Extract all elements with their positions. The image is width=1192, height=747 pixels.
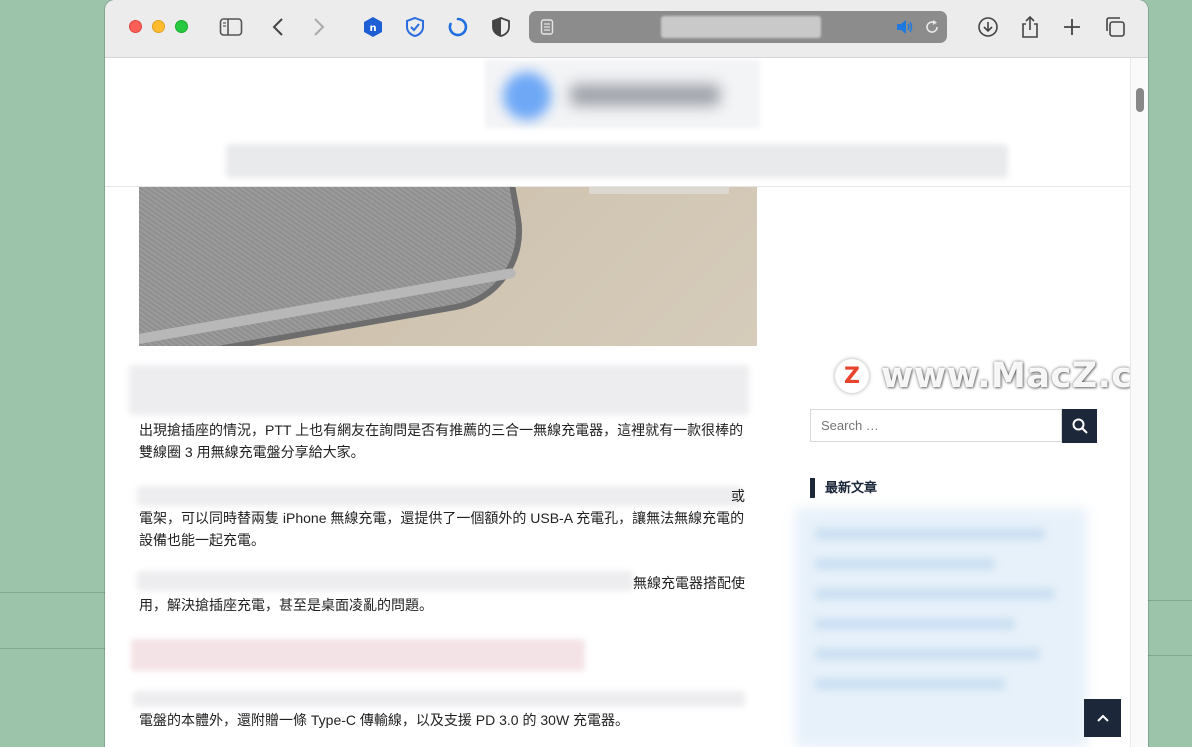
privacy-check-icon[interactable] bbox=[403, 15, 427, 39]
recent-post-item[interactable] bbox=[815, 588, 1055, 600]
watermark-logo: Z bbox=[835, 359, 869, 393]
redacted-line bbox=[133, 691, 745, 707]
desktop-line bbox=[1142, 600, 1192, 601]
reader-icon[interactable] bbox=[535, 15, 559, 39]
loading-spinner-icon[interactable] bbox=[446, 15, 470, 39]
article-paragraph-tail: 無線充電器搭配使 bbox=[633, 575, 745, 591]
desktop-line bbox=[0, 648, 110, 649]
vertical-scrollbar[interactable] bbox=[1130, 58, 1148, 747]
address-bar[interactable] bbox=[529, 11, 947, 43]
zoom-window-button[interactable] bbox=[175, 20, 188, 33]
article-paragraph: 用，解決搶插座充電，甚至是桌面凌亂的問題。 bbox=[139, 597, 433, 613]
image-charger-plug bbox=[589, 186, 729, 194]
url-text bbox=[661, 16, 821, 38]
article-image bbox=[139, 186, 757, 346]
search-button[interactable] bbox=[1062, 409, 1097, 443]
extension-shield-icon[interactable]: n bbox=[361, 15, 385, 39]
site-logo-mark bbox=[503, 72, 551, 120]
minimize-window-button[interactable] bbox=[152, 20, 165, 33]
desktop-line bbox=[1142, 655, 1192, 656]
watermark: Z www.MacZ.com bbox=[835, 356, 1130, 396]
recent-posts-heading: 最新文章 bbox=[810, 478, 877, 498]
recent-post-item[interactable] bbox=[815, 558, 995, 570]
site-logo-text bbox=[570, 84, 720, 106]
watermark-text: www.MacZ.com bbox=[881, 356, 1130, 396]
recent-post-item[interactable] bbox=[815, 678, 1005, 690]
share-icon[interactable] bbox=[1018, 15, 1042, 39]
image-charging-pad bbox=[139, 186, 535, 346]
redacted-line bbox=[137, 571, 633, 591]
close-window-button[interactable] bbox=[129, 20, 142, 33]
article-paragraph: 電盤的本體外，還附贈一條 Type-C 傳輸線，以及支援 PD 3.0 的 30… bbox=[139, 712, 630, 728]
site-navigation[interactable] bbox=[226, 144, 1008, 178]
back-icon[interactable] bbox=[266, 15, 290, 39]
tab-overview-icon[interactable] bbox=[1103, 15, 1127, 39]
site-header bbox=[105, 58, 1130, 187]
svg-text:n: n bbox=[369, 23, 376, 34]
reload-icon[interactable] bbox=[920, 15, 944, 39]
browser-window: n 出現搶插座的情況，PTT 上也有網友在詢問是否有推薦的三合一無線充電器，這裡… bbox=[105, 0, 1148, 747]
recent-post-item[interactable] bbox=[815, 528, 1045, 540]
new-tab-icon[interactable] bbox=[1060, 15, 1084, 39]
sidebar-icon[interactable] bbox=[219, 15, 243, 39]
redacted-block bbox=[129, 365, 749, 415]
shield-half-icon[interactable] bbox=[489, 15, 513, 39]
recent-post-item[interactable] bbox=[815, 618, 1015, 630]
audio-icon[interactable] bbox=[893, 15, 917, 39]
article-paragraph: 出現搶插座的情況，PTT 上也有網友在詢問是否有推薦的三合一無線充電器，這裡就有… bbox=[139, 422, 744, 460]
chevron-up-icon bbox=[1096, 714, 1109, 722]
redacted-heading bbox=[131, 639, 585, 671]
forward-icon[interactable] bbox=[307, 15, 331, 39]
article-paragraph-tail: 或 bbox=[731, 488, 745, 504]
search-icon bbox=[1072, 418, 1088, 434]
back-to-top-button[interactable] bbox=[1084, 699, 1121, 737]
web-content: 出現搶插座的情況，PTT 上也有網友在詢問是否有推薦的三合一無線充電器，這裡就有… bbox=[105, 58, 1130, 747]
recent-post-item[interactable] bbox=[815, 648, 1040, 660]
scrollbar-thumb[interactable] bbox=[1136, 88, 1144, 112]
download-icon[interactable] bbox=[976, 15, 1000, 39]
desktop-line bbox=[0, 592, 110, 593]
article-paragraph: 電架，可以同時替兩隻 iPhone 無線充電，還提供了一個額外的 USB-A 充… bbox=[139, 510, 745, 548]
browser-toolbar: n bbox=[105, 0, 1148, 58]
search-input[interactable] bbox=[810, 409, 1062, 442]
